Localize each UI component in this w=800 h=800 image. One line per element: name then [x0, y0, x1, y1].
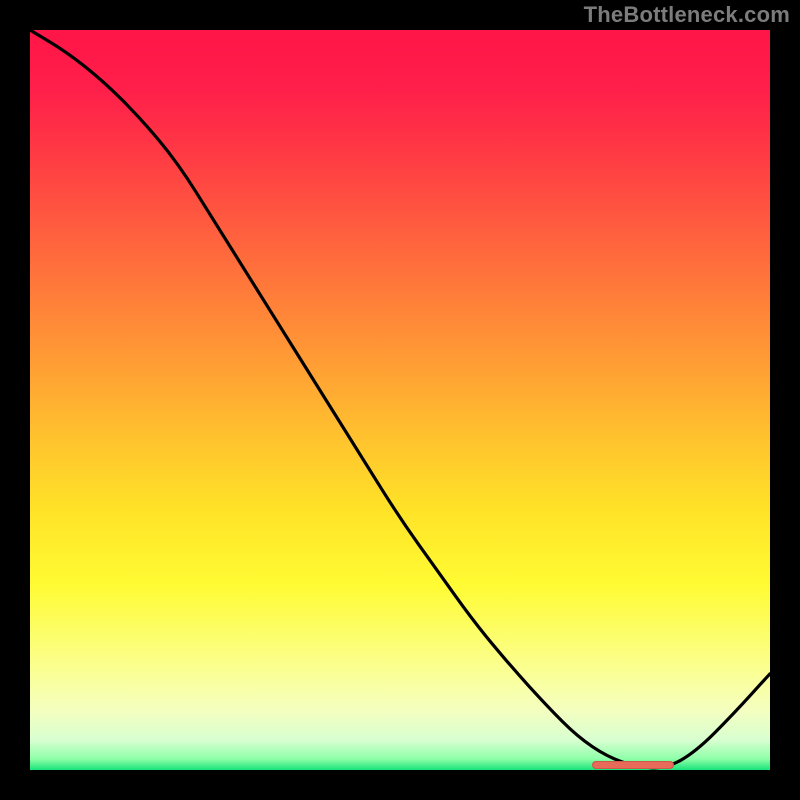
optimal-zone-marker	[592, 761, 673, 769]
chart-stage: TheBottleneck.com	[0, 0, 800, 800]
plot-area	[30, 30, 770, 770]
heat-gradient-background	[30, 30, 770, 770]
attribution-text: TheBottleneck.com	[584, 2, 790, 28]
